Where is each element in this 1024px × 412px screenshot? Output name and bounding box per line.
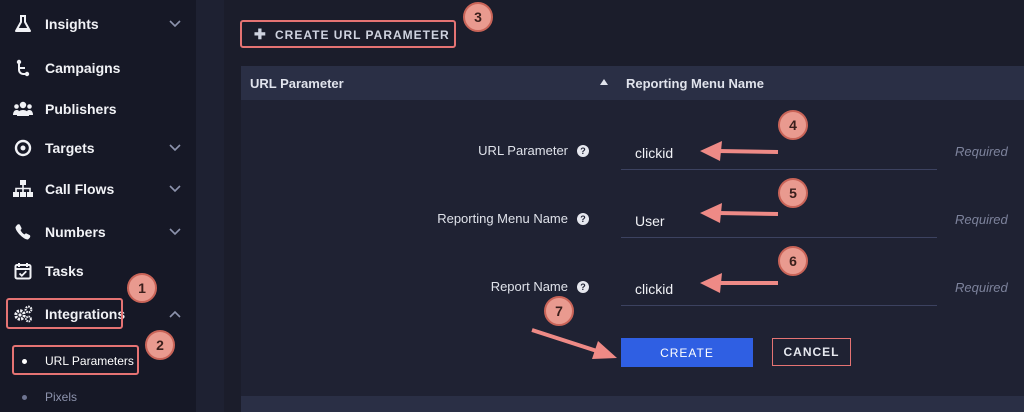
create-button[interactable]: CREATE bbox=[621, 338, 753, 367]
sidebar-item-tasks[interactable]: Tasks bbox=[0, 251, 196, 291]
sidebar-item-label: Campaigns bbox=[45, 60, 121, 76]
sidebar-item-label: Tasks bbox=[45, 263, 84, 279]
sidebar-item-label: Targets bbox=[45, 140, 95, 156]
sidebar-item-call-flows[interactable]: Call Flows bbox=[0, 169, 196, 209]
callout-7: 7 bbox=[544, 296, 574, 326]
sidebar-item-label: Publishers bbox=[45, 101, 117, 117]
reporting-menu-name-input[interactable] bbox=[621, 204, 937, 238]
campaign-icon bbox=[12, 57, 34, 79]
sidebar-item-insights[interactable]: Insights bbox=[0, 4, 196, 44]
create-url-parameter-button[interactable]: ✚ CREATE URL PARAMETER bbox=[240, 20, 456, 48]
table-footer bbox=[241, 396, 1024, 412]
callout-6: 6 bbox=[778, 246, 808, 276]
sitemap-icon bbox=[12, 178, 34, 200]
plus-icon: ✚ bbox=[254, 26, 266, 42]
flask-icon bbox=[12, 13, 34, 35]
sidebar-subitem-label: Pixels bbox=[45, 390, 78, 404]
callout-1: 1 bbox=[127, 273, 157, 303]
callout-2: 2 bbox=[145, 330, 175, 360]
sidebar-item-label: Numbers bbox=[45, 224, 106, 240]
required-hint: Required bbox=[955, 144, 1008, 159]
integrations-highlight bbox=[6, 298, 123, 329]
required-hint: Required bbox=[955, 280, 1008, 295]
cancel-button[interactable]: CANCEL bbox=[772, 338, 851, 366]
dot-icon bbox=[22, 394, 27, 400]
required-hint: Required bbox=[955, 212, 1008, 227]
phone-icon bbox=[12, 221, 34, 243]
url-parameter-label: URL Parameter bbox=[478, 143, 568, 158]
report-name-input[interactable] bbox=[621, 272, 937, 306]
chevron-down-icon[interactable] bbox=[168, 225, 182, 239]
url-parameter-input[interactable] bbox=[621, 136, 937, 170]
sidebar-subitem-pixels[interactable]: Pixels bbox=[0, 383, 196, 411]
help-icon[interactable]: ? bbox=[577, 281, 589, 293]
chevron-up-icon[interactable] bbox=[168, 307, 182, 321]
sidebar-item-numbers[interactable]: Numbers bbox=[0, 212, 196, 252]
chevron-down-icon[interactable] bbox=[168, 17, 182, 31]
table-header: URL Parameter Reporting Menu Name bbox=[241, 66, 1024, 100]
column-header-reporting-menu-name[interactable]: Reporting Menu Name bbox=[626, 76, 764, 91]
sidebar-item-targets[interactable]: Targets bbox=[0, 128, 196, 168]
target-icon bbox=[12, 137, 34, 159]
sidebar-item-publishers[interactable]: Publishers bbox=[0, 89, 196, 129]
sidebar-item-label: Call Flows bbox=[45, 181, 115, 197]
calendar-check-icon bbox=[12, 260, 34, 282]
callout-3: 3 bbox=[463, 2, 493, 32]
chevron-down-icon[interactable] bbox=[168, 141, 182, 155]
chevron-down-icon[interactable] bbox=[168, 182, 182, 196]
create-url-parameter-label: CREATE URL PARAMETER bbox=[275, 28, 450, 42]
callout-5: 5 bbox=[778, 178, 808, 208]
column-header-url-parameter[interactable]: URL Parameter bbox=[250, 76, 344, 91]
sidebar-item-label: Insights bbox=[45, 16, 99, 32]
users-icon bbox=[12, 98, 34, 120]
help-icon[interactable]: ? bbox=[577, 213, 589, 225]
callout-4: 4 bbox=[778, 110, 808, 140]
sidebar-gutter bbox=[196, 0, 224, 412]
reporting-menu-name-label: Reporting Menu Name bbox=[437, 211, 568, 226]
help-icon[interactable]: ? bbox=[577, 145, 589, 157]
report-name-label: Report Name bbox=[490, 279, 568, 294]
sort-ascending-icon[interactable] bbox=[600, 79, 608, 85]
sidebar-item-campaigns[interactable]: Campaigns bbox=[0, 48, 196, 88]
url-parameters-highlight bbox=[12, 345, 139, 375]
